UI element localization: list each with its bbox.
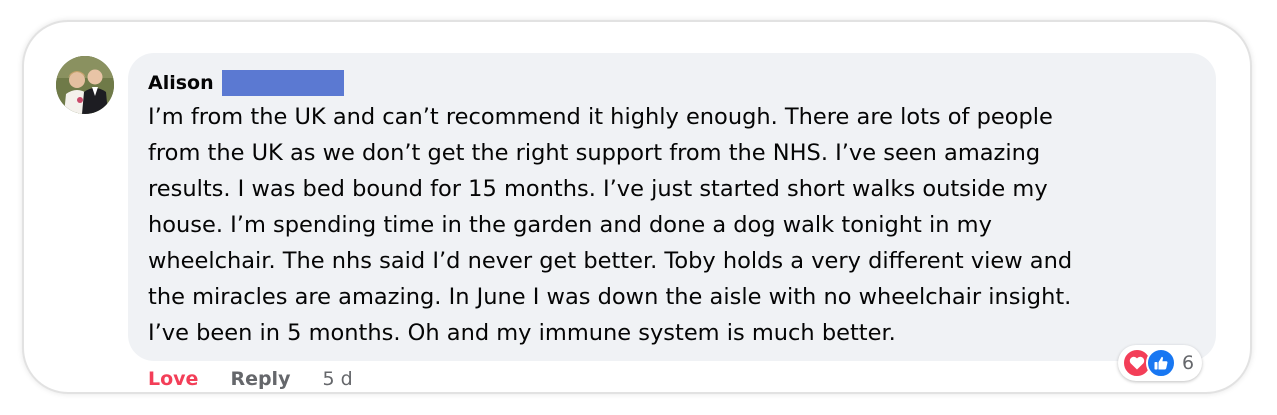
avatar[interactable]: [56, 56, 114, 114]
comment-text: I’m from the UK and can’t recommend it h…: [148, 104, 1073, 346]
reaction-summary[interactable]: 6: [1118, 345, 1203, 381]
reply-button[interactable]: Reply: [230, 368, 290, 390]
comment-author: Alison: [148, 69, 344, 97]
author-name[interactable]: Alison: [148, 72, 214, 94]
comment-card: Alison I’m from the UK and can’t recomme…: [22, 20, 1252, 394]
comment-bubble: Alison I’m from the UK and can’t recomme…: [128, 53, 1216, 361]
comment-timestamp[interactable]: 5 d: [322, 368, 352, 390]
reaction-count: 6: [1182, 352, 1195, 374]
thumbs-up-icon: [1146, 348, 1176, 378]
avatar-photo: [56, 56, 114, 114]
comment-actions: Love Reply 5 d: [148, 366, 353, 392]
name-redaction: [221, 70, 344, 96]
love-button[interactable]: Love: [148, 368, 198, 390]
